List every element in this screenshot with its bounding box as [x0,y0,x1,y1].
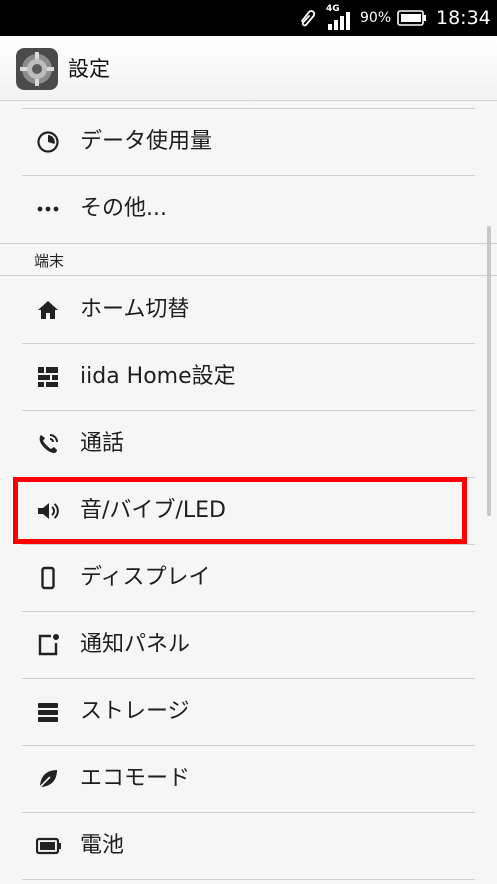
list-item-label: ストレージ [80,699,190,724]
display-icon [36,566,60,590]
status-bar: 4G 90% 18:34 [0,0,497,36]
list-item-label: その他... [80,196,167,221]
signal-icon [326,0,352,36]
section-header: 端末 [34,252,65,270]
list-item-label: ホーム切替 [80,297,190,322]
battery-icon [35,834,61,858]
list-item-eco-mode[interactable]: エコモード [22,746,475,812]
battery-icon [397,0,427,36]
scrollbar[interactable] [487,226,491,516]
list-item-home-switch[interactable]: ホーム切替 [22,277,475,343]
list-item-label: ディスプレイ [80,565,211,590]
phone-icon [36,432,60,456]
list-item-label: 通知パネル [80,632,191,657]
list-item-label: データ使用量 [80,129,213,154]
page-title: 設定 [68,57,110,81]
list-item-battery[interactable]: 電池 [22,813,475,879]
list-item-label: エコモード [80,766,191,791]
data-usage-icon [36,130,60,154]
settings-gear-icon[interactable] [16,48,58,90]
divider [0,243,497,244]
divider [0,275,497,276]
divider [22,879,475,880]
list-item-storage[interactable]: ストレージ [22,679,475,745]
list-item-data-usage[interactable]: データ使用量 [22,109,475,175]
list-item-notification-panel[interactable]: 通知パネル [22,612,475,678]
paperclip-icon [296,0,318,36]
home-icon [36,298,60,322]
list-item-display[interactable]: ディスプレイ [22,545,475,611]
list-item-call[interactable]: 通話 [22,411,475,477]
list-item-label: 電池 [80,833,125,858]
highlight-box [13,477,467,544]
grid-icon [36,365,60,389]
list-item-label: iida Home設定 [80,364,236,389]
battery-percent: 90% [360,10,392,26]
clock: 18:34 [436,7,491,29]
notification-panel-icon [36,633,60,657]
leaf-icon [36,767,60,791]
more-dots-icon [36,197,60,221]
list-item-more[interactable]: その他... [22,176,475,242]
list-item-iida-home[interactable]: iida Home設定 [22,344,475,410]
storage-icon [36,700,60,724]
list-item-label: 通話 [80,431,125,456]
app-bar: 設定 [0,36,497,101]
